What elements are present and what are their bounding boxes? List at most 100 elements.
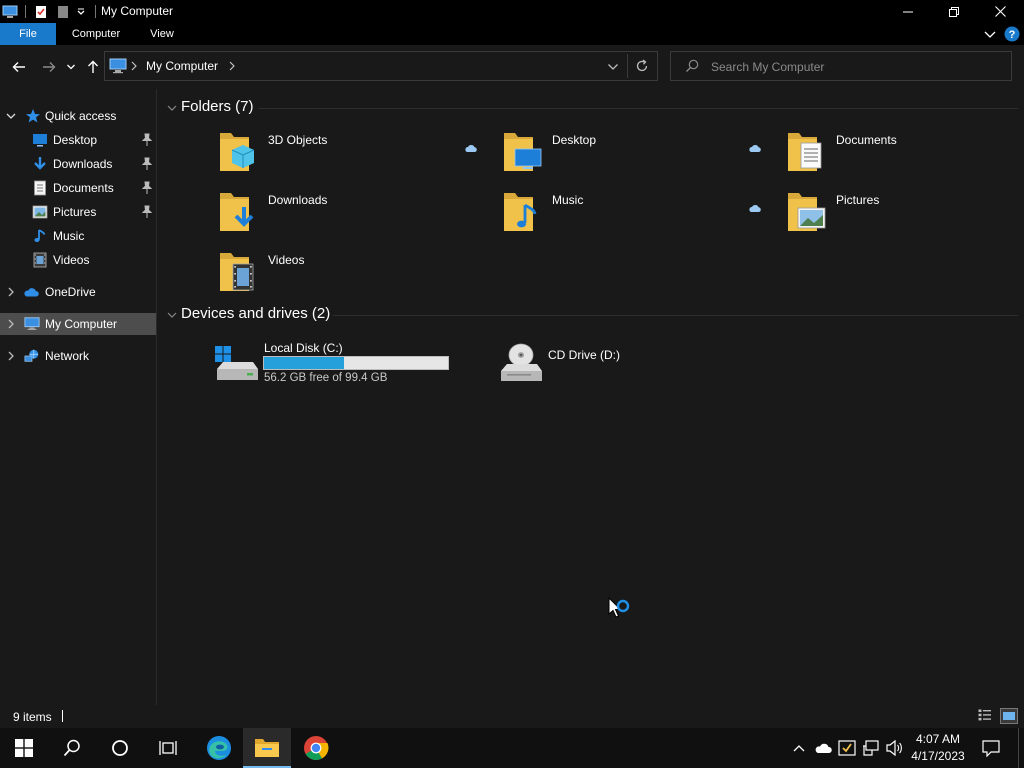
- videos-icon: [33, 252, 47, 268]
- chevron-down-icon[interactable]: [5, 110, 17, 122]
- pin-icon[interactable]: [141, 181, 153, 195]
- show-desktop-button[interactable]: [1018, 728, 1024, 768]
- title-bar: My Computer: [0, 0, 1024, 23]
- sidebar-item-documents[interactable]: Documents: [0, 177, 156, 199]
- address-bar[interactable]: My Computer: [104, 51, 658, 81]
- refresh-icon[interactable]: [635, 59, 651, 75]
- large-icons-view-icon[interactable]: [1000, 708, 1018, 724]
- folder-tile-videos[interactable]: Videos: [219, 249, 489, 303]
- sidebar-item-onedrive[interactable]: OneDrive: [0, 281, 156, 303]
- sidebar-label: OneDrive: [45, 285, 96, 299]
- cloud-sync-icon: [465, 144, 477, 152]
- address-history-chevron-icon[interactable]: [607, 61, 619, 71]
- svg-text:?: ?: [1009, 29, 1016, 41]
- pin-icon[interactable]: [141, 157, 153, 171]
- customize-toolbar-chevron-icon[interactable]: [74, 0, 88, 23]
- folder-label: Downloads: [268, 193, 328, 207]
- chevron-down-icon[interactable]: [166, 102, 178, 114]
- chevron-right-icon[interactable]: [5, 350, 17, 362]
- onedrive-tray-icon[interactable]: [813, 738, 833, 758]
- chrome-taskbar-button[interactable]: [292, 728, 340, 768]
- back-button[interactable]: [8, 55, 30, 79]
- computer-app-icon[interactable]: [0, 0, 20, 23]
- tab-computer[interactable]: Computer: [60, 23, 132, 45]
- search-box[interactable]: Search My Computer: [670, 51, 1012, 81]
- tab-file[interactable]: File: [0, 23, 56, 45]
- new-folder-icon[interactable]: [54, 0, 72, 23]
- pictures-folder-icon: [788, 193, 826, 231]
- edge-taskbar-button[interactable]: [195, 728, 243, 768]
- group-title: Folders (7): [181, 98, 254, 115]
- sidebar-item-pictures[interactable]: Pictures: [0, 201, 156, 223]
- sidebar-item-quick-access[interactable]: Quick access: [0, 105, 156, 127]
- windows-icon: [15, 739, 33, 757]
- desktop-folder-icon: [504, 133, 542, 171]
- clock-date: 4/17/2023: [911, 749, 965, 763]
- breadcrumb-separator-icon[interactable]: [131, 60, 139, 72]
- up-button[interactable]: [82, 55, 104, 79]
- folder-tile-music[interactable]: Music: [503, 189, 773, 243]
- chevron-right-icon[interactable]: [5, 286, 17, 298]
- folder-tile-pictures[interactable]: Pictures: [787, 189, 1024, 243]
- busy-cursor-icon: [608, 596, 632, 623]
- cortana-button[interactable]: [96, 728, 144, 768]
- documents-icon: [34, 180, 46, 196]
- pin-icon[interactable]: [141, 205, 153, 219]
- tab-view[interactable]: View: [142, 23, 182, 45]
- divider: [333, 315, 1018, 316]
- downloads-folder-icon: [220, 193, 254, 231]
- sidebar-item-desktop[interactable]: Desktop: [0, 129, 156, 151]
- sidebar-item-downloads[interactable]: Downloads: [0, 153, 156, 175]
- sidebar-item-network[interactable]: Network: [0, 345, 156, 367]
- group-title: Devices and drives (2): [181, 305, 331, 322]
- sidebar-item-music[interactable]: Music: [0, 225, 156, 247]
- cd-drive-icon: [501, 343, 542, 381]
- details-view-icon[interactable]: [978, 709, 994, 723]
- recent-locations-chevron-icon[interactable]: [64, 55, 78, 79]
- status-bar: 9 items: [0, 705, 1024, 728]
- minimize-button[interactable]: [885, 0, 931, 23]
- expand-ribbon-chevron-icon[interactable]: [984, 28, 998, 40]
- chevron-right-icon[interactable]: [5, 318, 17, 330]
- show-hidden-icons-chevron-icon[interactable]: [789, 738, 809, 758]
- properties-icon[interactable]: [32, 0, 50, 23]
- folder-label: Music: [552, 193, 584, 207]
- drive-tile-cd-drive-d[interactable]: CD Drive (D:): [498, 341, 768, 393]
- divider: [258, 108, 1018, 109]
- help-icon[interactable]: ?: [1004, 26, 1020, 42]
- star-icon: [26, 109, 40, 123]
- task-view-button[interactable]: [144, 728, 192, 768]
- breadcrumb-my-computer[interactable]: My Computer: [146, 59, 218, 73]
- security-tray-icon[interactable]: [837, 738, 857, 758]
- documents-folder-icon: [788, 133, 822, 171]
- close-button[interactable]: [977, 0, 1023, 23]
- sidebar-item-videos[interactable]: Videos: [0, 249, 156, 271]
- restore-button[interactable]: [931, 0, 977, 23]
- file-explorer-taskbar-button[interactable]: [243, 728, 291, 768]
- folder-tile-3d-objects[interactable]: 3D Objects: [219, 129, 489, 183]
- search-button[interactable]: [48, 728, 96, 768]
- folder-tile-desktop[interactable]: Desktop: [503, 129, 773, 183]
- breadcrumb-chevron-icon[interactable]: [229, 60, 237, 72]
- volume-icon[interactable]: [885, 738, 905, 758]
- search-input[interactable]: Search My Computer: [711, 60, 824, 74]
- system-clock[interactable]: 4:07 AM 4/17/2023: [905, 731, 971, 765]
- file-explorer-icon: [255, 739, 279, 757]
- cloud-icon: [24, 288, 39, 297]
- sidebar-item-my-computer[interactable]: My Computer: [0, 313, 156, 335]
- cortana-icon: [112, 740, 128, 756]
- chrome-icon: [304, 736, 329, 761]
- forward-button[interactable]: [38, 55, 60, 79]
- folder-label: 3D Objects: [268, 133, 328, 147]
- start-button[interactable]: [0, 728, 48, 768]
- folder-tile-documents[interactable]: Documents: [787, 129, 1024, 183]
- chevron-down-icon[interactable]: [166, 309, 178, 321]
- sidebar-label: Music: [53, 229, 85, 243]
- group-header-folders[interactable]: Folders (7): [158, 97, 1024, 119]
- pin-icon[interactable]: [141, 133, 153, 147]
- drive-tile-local-disk-c[interactable]: Local Disk (C:) 56.2 GB free of 99.4 GB: [214, 341, 484, 393]
- folder-tile-downloads[interactable]: Downloads: [219, 189, 489, 243]
- network-tray-icon[interactable]: [861, 738, 881, 758]
- notifications-icon[interactable]: [981, 738, 1001, 758]
- group-header-devices-and-drives[interactable]: Devices and drives (2): [158, 304, 1024, 326]
